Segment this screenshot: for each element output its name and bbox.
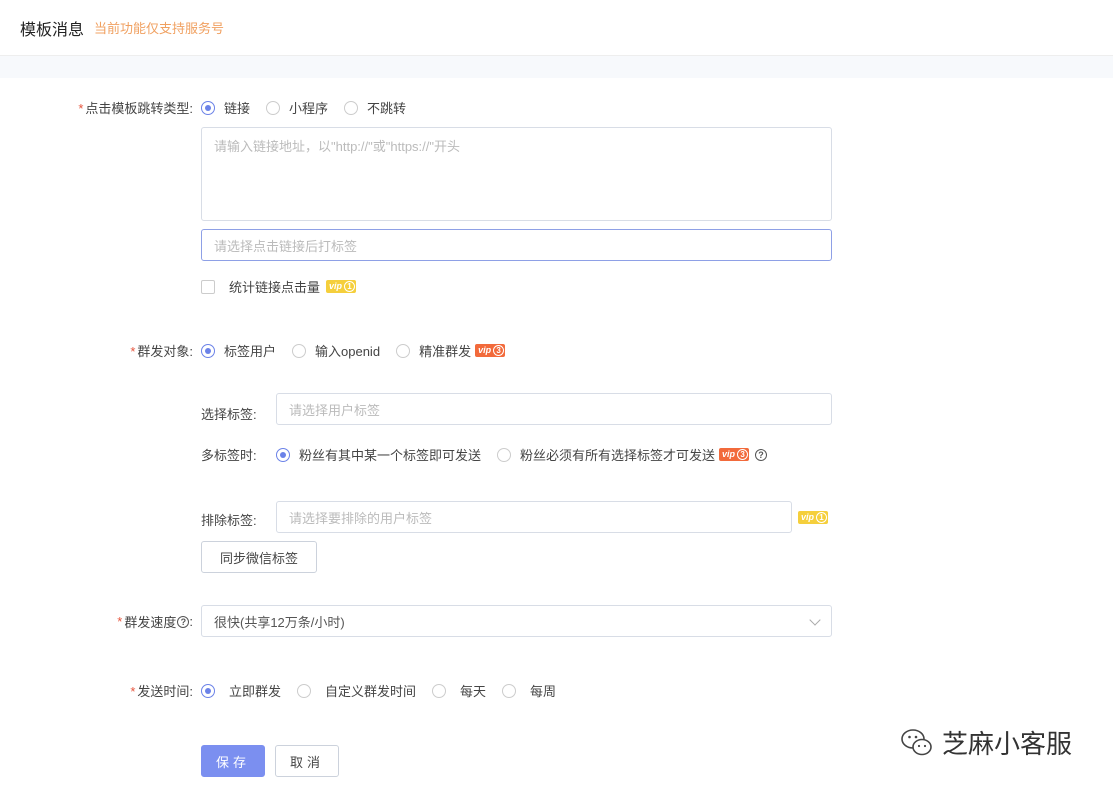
watermark-text: 芝麻小客服 xyxy=(942,729,1073,759)
vip-level: 1 xyxy=(816,512,828,523)
sync-wechat-tags-label: 同步微信标签 xyxy=(219,550,298,566)
radio-send-now[interactable]: 立即群发 xyxy=(201,681,281,700)
vip-badge-icon: vip 1 xyxy=(798,511,829,524)
cancel-button-label: 取消 xyxy=(289,754,324,770)
radio-send-weekly[interactable]: 每周 xyxy=(502,681,556,700)
radio-target-openid[interactable]: 输入openid xyxy=(292,341,380,360)
watermark: 芝麻小客服 xyxy=(900,724,1072,761)
radio-send-daily[interactable]: 每天 xyxy=(432,681,486,700)
select-tag-placeholder: 请选择用户标签 xyxy=(289,402,381,418)
label-colon: : xyxy=(189,614,193,629)
radio-label: 自定义群发时间 xyxy=(325,684,417,699)
select-tag-input[interactable]: 请选择用户标签 xyxy=(276,393,832,425)
page-subtitle: 当前功能仅支持服务号 xyxy=(94,21,225,36)
radio-dot xyxy=(344,100,359,115)
count-clicks-checkbox[interactable] xyxy=(201,279,215,294)
exclude-tag-placeholder: 请选择要排除的用户标签 xyxy=(289,510,433,526)
radio-dot xyxy=(292,343,307,358)
link-tag-placeholder: 请选择点击链接后打标签 xyxy=(214,238,358,254)
radio-multi-tag-all[interactable]: 粉丝必须有所有选择标签才可发送 xyxy=(497,445,715,464)
save-button-label: 保存 xyxy=(215,754,250,770)
radio-label: 精准群发 xyxy=(419,344,472,359)
page-header: 模板消息 当前功能仅支持服务号 xyxy=(0,0,1113,56)
radio-label: 立即群发 xyxy=(229,684,282,699)
vip-level: 1 xyxy=(344,281,356,292)
count-clicks-row: 统计链接点击量 vip 1 xyxy=(201,277,357,296)
radio-dot xyxy=(201,343,215,358)
sync-wechat-tags-button[interactable]: 同步微信标签 xyxy=(201,541,317,573)
link-tag-input[interactable]: 请选择点击链接后打标签 xyxy=(201,229,832,261)
radio-label: 粉丝有其中某一个标签即可发送 xyxy=(299,448,482,463)
radio-dot xyxy=(266,100,281,115)
wechat-icon xyxy=(901,728,932,755)
radio-dot xyxy=(201,683,215,698)
vip-badge-icon: vip 1 xyxy=(326,280,357,293)
send-time-radio-group: 立即群发 自定义群发时间 每天 每周 xyxy=(201,681,572,700)
radio-label: 输入openid xyxy=(315,344,381,359)
count-clicks-label: 统计链接点击量 xyxy=(229,280,321,295)
jump-type-radio-group: 链接 小程序 不跳转 xyxy=(201,98,422,117)
header-band xyxy=(0,56,1113,78)
vip-level: 3 xyxy=(493,345,505,356)
radio-dot xyxy=(497,447,512,462)
select-tag-label: 选择标签: xyxy=(201,407,257,422)
radio-jump-none[interactable]: 不跳转 xyxy=(344,98,406,117)
multi-tag-radio-group: 粉丝有其中某一个标签即可发送 粉丝必须有所有选择标签才可发送 vip 3 ? xyxy=(276,445,768,464)
vip-badge-text: vip xyxy=(329,281,343,291)
jump-type-label: * 点击模板跳转类型: xyxy=(78,101,193,116)
page-title: 模板消息 xyxy=(20,21,85,39)
speed-select[interactable]: 很快(共享12万条/小时) xyxy=(201,605,832,637)
vip-badge-text: vip xyxy=(478,345,492,355)
save-button[interactable]: 保存 xyxy=(201,745,265,777)
vip-level: 3 xyxy=(737,449,749,460)
radio-dot xyxy=(502,683,517,698)
chevron-down-icon xyxy=(809,614,821,626)
radio-jump-link[interactable]: 链接 xyxy=(201,98,250,117)
vip-badge-icon: vip 3 xyxy=(719,448,750,461)
radio-target-precise[interactable]: 精准群发 xyxy=(396,341,471,360)
radio-dot xyxy=(396,343,411,358)
jump-type-label-text: 点击模板跳转类型: xyxy=(85,101,193,116)
speed-label: * 群发速度?: xyxy=(117,614,193,630)
radio-label: 每周 xyxy=(530,684,557,699)
help-icon[interactable]: ? xyxy=(755,448,768,461)
cancel-button[interactable]: 取消 xyxy=(275,745,339,777)
exclude-tag-label: 排除标签: xyxy=(201,513,257,528)
radio-label: 标签用户 xyxy=(224,344,277,359)
target-radio-group: 标签用户 输入openid 精准群发 vip 3 xyxy=(201,341,506,360)
send-time-label: * 发送时间: xyxy=(130,684,193,699)
speed-select-value: 很快(共享12万条/小时) xyxy=(214,614,345,630)
radio-label: 链接 xyxy=(224,101,251,116)
radio-label: 每天 xyxy=(460,684,487,699)
target-label: * 群发对象: xyxy=(130,344,193,359)
vip-badge-text: vip xyxy=(801,512,815,522)
radio-label: 粉丝必须有所有选择标签才可发送 xyxy=(520,448,716,463)
radio-dot xyxy=(276,447,290,462)
link-url-textarea[interactable]: 请输入链接地址，以"http://"或"https://"开头 xyxy=(201,127,832,221)
radio-jump-miniprogram[interactable]: 小程序 xyxy=(266,98,328,117)
target-label-text: 群发对象: xyxy=(137,344,193,359)
radio-dot xyxy=(297,683,312,698)
radio-label: 小程序 xyxy=(289,101,329,116)
radio-dot xyxy=(201,100,215,115)
radio-label: 不跳转 xyxy=(367,101,407,116)
link-url-placeholder: 请输入链接地址，以"http://"或"https://"开头 xyxy=(214,139,460,154)
radio-multi-tag-any[interactable]: 粉丝有其中某一个标签即可发送 xyxy=(276,445,481,464)
help-icon[interactable]: ? xyxy=(177,615,190,628)
vip-badge-text: vip xyxy=(722,449,736,459)
radio-target-tag-users[interactable]: 标签用户 xyxy=(201,341,276,360)
multi-tag-label: 多标签时: xyxy=(201,448,257,463)
exclude-tag-input[interactable]: 请选择要排除的用户标签 xyxy=(276,501,792,533)
radio-dot xyxy=(432,683,447,698)
speed-label-text: 群发速度 xyxy=(124,615,177,630)
vip-badge-icon: vip 3 xyxy=(475,344,506,357)
radio-send-custom[interactable]: 自定义群发时间 xyxy=(297,681,416,700)
send-time-label-text: 发送时间: xyxy=(137,684,193,699)
